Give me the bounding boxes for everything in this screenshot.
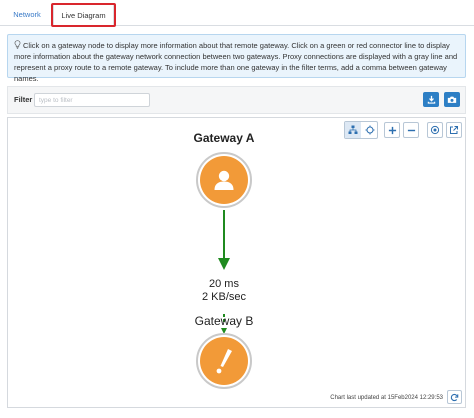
crosshair-icon — [365, 125, 375, 135]
diagram-panel: Gateway A 20 ms 2 KB/sec Gateway B Chart… — [7, 117, 466, 408]
screenshot-button[interactable] — [444, 92, 460, 107]
info-message: Click on a gateway node to display more … — [7, 34, 466, 83]
tab-bar: Network Live Diagram — [0, 0, 474, 27]
node-label-gateway-a: Gateway A — [193, 131, 255, 145]
zoom-out-button[interactable] — [403, 122, 419, 138]
filter-label: Filter — [14, 95, 33, 104]
gateway-b-node[interactable] — [196, 333, 252, 389]
fit-view-button[interactable] — [427, 122, 443, 138]
tab-network[interactable]: Network — [6, 4, 48, 26]
zoom-in-button[interactable] — [384, 122, 400, 138]
radial-layout-button[interactable] — [362, 122, 378, 138]
filter-input[interactable] — [34, 93, 150, 107]
refresh-button[interactable] — [447, 390, 462, 404]
target-icon — [430, 125, 440, 135]
warning-icon — [216, 349, 232, 374]
last-updated-text: Chart last updated at 15Feb2024 12:29:53 — [330, 395, 443, 401]
user-icon — [214, 170, 234, 190]
external-link-icon — [450, 126, 458, 134]
camera-icon — [447, 96, 457, 103]
minus-icon — [407, 129, 415, 131]
plus-icon — [388, 126, 396, 134]
layout-toggle-group — [344, 121, 378, 139]
filter-bar: Filter — [7, 86, 466, 114]
download-icon — [427, 95, 435, 104]
export-button[interactable] — [423, 92, 439, 107]
info-text: Click on a gateway node to display more … — [14, 41, 458, 83]
gateway-b-node-fill — [200, 337, 248, 385]
open-external-button[interactable] — [446, 122, 462, 138]
gateway-a-node-fill — [200, 156, 248, 204]
refresh-icon — [450, 393, 459, 401]
hierarchy-icon — [348, 125, 358, 134]
connection-throughput: 2 KB/sec — [201, 291, 247, 303]
connection-latency: 20 ms — [209, 278, 239, 290]
tab-live-diagram[interactable]: Live Diagram — [53, 4, 114, 27]
hierarchy-layout-button[interactable] — [345, 122, 361, 138]
gateway-a-node[interactable] — [196, 152, 252, 208]
lightbulb-icon — [14, 40, 21, 49]
node-label-gateway-b: Gateway B — [194, 314, 254, 328]
